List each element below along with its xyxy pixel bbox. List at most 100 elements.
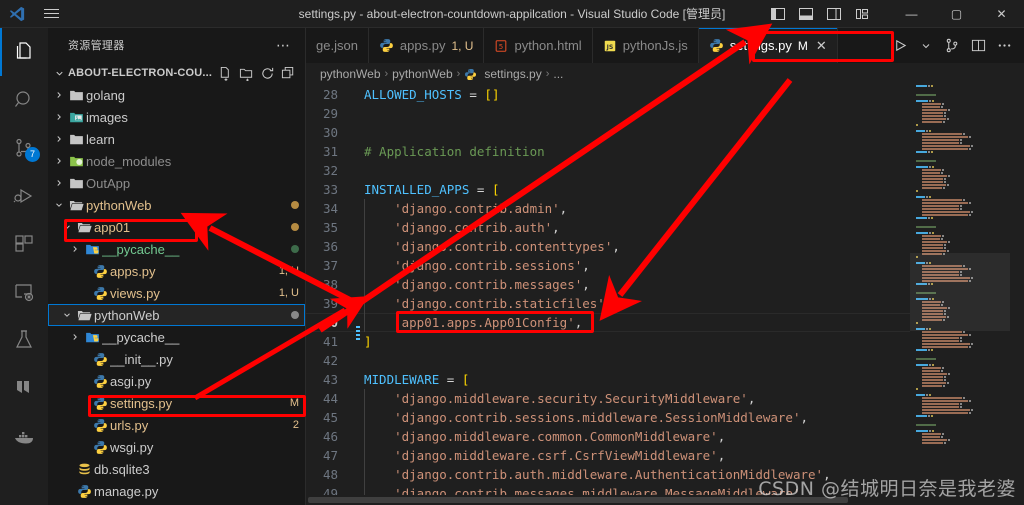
line-number: 47	[322, 448, 338, 463]
editor-tab-python-html[interactable]: 5 python.html	[484, 28, 593, 63]
breadcrumb-item[interactable]: ...	[553, 67, 563, 81]
tree-item-urls-py[interactable]: urls.py 2	[48, 414, 305, 436]
chevron-down-icon[interactable]	[52, 68, 66, 79]
activity-explorer-icon[interactable]	[0, 28, 48, 76]
minimap-slider[interactable]	[910, 253, 1010, 331]
activity-remote-explorer-icon[interactable]	[0, 268, 48, 316]
chevron-right-icon[interactable]	[52, 90, 66, 100]
activity-bookmarks-icon[interactable]	[0, 364, 48, 412]
editor-layout-icon[interactable]	[966, 28, 990, 63]
activity-docker-icon[interactable]	[0, 412, 48, 460]
toggle-primary-sidebar-icon[interactable]	[765, 0, 791, 28]
python-icon	[90, 286, 110, 301]
tree-item-app01[interactable]: app01	[48, 216, 305, 238]
tree-item-asgi-py[interactable]: asgi.py	[48, 370, 305, 392]
tree-item-apps-py[interactable]: apps.py 1, U	[48, 260, 305, 282]
close-window-button[interactable]: ✕	[979, 0, 1024, 28]
minimap-line	[910, 247, 1010, 249]
tree-item-label: OutApp	[86, 175, 131, 191]
minimap-line	[910, 418, 1010, 420]
minimize-button[interactable]: —	[889, 0, 934, 28]
refresh-icon[interactable]	[258, 64, 276, 82]
menu-hamburger-button[interactable]	[34, 9, 68, 18]
minimap-line	[910, 337, 1010, 339]
chevron-right-icon[interactable]	[68, 332, 82, 342]
breadcrumb-item[interactable]: pythonWeb	[320, 67, 381, 81]
line-number: 42	[322, 353, 338, 368]
collapse-all-icon[interactable]	[279, 64, 297, 82]
run-options-chevron-down-icon[interactable]	[914, 28, 938, 63]
maximize-button[interactable]: ▢	[934, 0, 979, 28]
toggle-panel-icon[interactable]	[793, 0, 819, 28]
chevron-right-icon[interactable]	[52, 134, 66, 144]
chevron-down-icon[interactable]	[60, 222, 74, 232]
activity-run-debug-icon[interactable]	[0, 172, 48, 220]
code-token: ,	[582, 277, 590, 292]
editor-tab-pythonjs-js[interactable]: JS pythonJs.js	[592, 28, 699, 63]
chevron-down-icon[interactable]	[52, 200, 66, 210]
editor-tab-bar[interactable]: ge.json apps.py 1, U 5 python.html JS pythonJs…	[306, 28, 1024, 63]
sidebar-more-actions-button[interactable]: ⋯	[268, 37, 299, 54]
line-number: 33	[322, 182, 338, 197]
minimap-line	[910, 373, 1010, 375]
tree-item--pycache-[interactable]: __pycache__	[48, 326, 305, 348]
tree-item-settings-py[interactable]: settings.py M	[48, 392, 305, 414]
tree-item--init-py[interactable]: __init__.py	[48, 348, 305, 370]
breadcrumb-item[interactable]: pythonWeb	[392, 67, 453, 81]
workspace-section-header[interactable]: ABOUT-ELECTRON-COU...	[48, 62, 305, 84]
minimap-line	[910, 106, 1010, 108]
tree-item-pythonweb[interactable]: pythonWeb	[48, 194, 305, 216]
tree-item--pycache-[interactable]: __pycache__	[48, 238, 305, 260]
minimap[interactable]	[910, 85, 1010, 505]
breadcrumb[interactable]: pythonWeb › pythonWeb › settings.py ›...	[306, 63, 1024, 85]
tree-item-views-py[interactable]: views.py 1, U	[48, 282, 305, 304]
tree-item-pythonweb[interactable]: pythonWeb	[48, 304, 305, 326]
editor-vertical-scrollbar[interactable]	[1010, 85, 1024, 505]
minimap-line	[910, 376, 1010, 378]
minimap-line	[910, 196, 1010, 198]
toggle-secondary-sidebar-icon[interactable]	[821, 0, 847, 28]
activity-source-control-icon[interactable]: 7	[0, 124, 48, 172]
tree-item-label: __pycache__	[102, 241, 180, 257]
chevron-right-icon[interactable]	[52, 156, 66, 166]
split-editor-icon[interactable]	[940, 28, 964, 63]
editor-tab-apps-py[interactable]: apps.py 1, U	[368, 28, 485, 63]
line-number: 35	[322, 220, 338, 235]
new-folder-icon[interactable]	[237, 64, 255, 82]
tree-item-node-modules[interactable]: node_modules	[48, 150, 305, 172]
run-python-file-icon[interactable]	[888, 28, 912, 63]
chevron-right-icon[interactable]	[52, 112, 66, 122]
line-number: 48	[322, 467, 338, 482]
minimap-line	[910, 208, 1010, 210]
code-token: 'django.contrib.contenttypes'	[364, 239, 613, 254]
tree-item-outapp[interactable]: OutApp	[48, 172, 305, 194]
tree-item-learn[interactable]: learn	[48, 128, 305, 150]
tree-item-images[interactable]: images	[48, 106, 305, 128]
tree-item-golang[interactable]: golang	[48, 84, 305, 106]
close-tab-icon[interactable]: ✕	[816, 38, 827, 54]
chevron-down-icon[interactable]	[60, 310, 74, 320]
activity-extensions-icon[interactable]	[0, 220, 48, 268]
new-file-icon[interactable]	[216, 64, 234, 82]
breadcrumb-item[interactable]: settings.py	[484, 67, 541, 81]
minimap-line	[910, 400, 1010, 402]
customize-layout-icon[interactable]	[849, 0, 875, 28]
file-tree[interactable]: golang images learn node_modules OutApp pytho…	[48, 84, 305, 505]
code-editor[interactable]: 28 ALLOWED_HOSTS = [] 29 30 31 # Application …	[306, 85, 1024, 505]
tree-item-label: node_modules	[86, 153, 172, 169]
activity-search-icon[interactable]	[0, 76, 48, 124]
tree-item-db-sqlite3[interactable]: db.sqlite3	[48, 458, 305, 480]
activity-testing-icon[interactable]	[0, 316, 48, 364]
editor-more-actions-icon[interactable]	[992, 28, 1016, 63]
editor-tab-settings-py[interactable]: settings.py M ✕	[698, 28, 838, 63]
chevron-right-icon[interactable]	[52, 178, 66, 188]
chevron-right-icon[interactable]	[68, 244, 82, 254]
indent-guide	[364, 465, 365, 484]
editor-tab-ge-json[interactable]: ge.json	[306, 28, 369, 63]
tree-item-label: asgi.py	[110, 373, 152, 389]
tree-item-wsgi-py[interactable]: wsgi.py	[48, 436, 305, 458]
minimap-line	[910, 391, 1010, 393]
tree-item-manage-py[interactable]: manage.py	[48, 480, 305, 502]
code-token: ,	[582, 258, 590, 273]
tree-item-label: apps.py	[110, 263, 156, 279]
